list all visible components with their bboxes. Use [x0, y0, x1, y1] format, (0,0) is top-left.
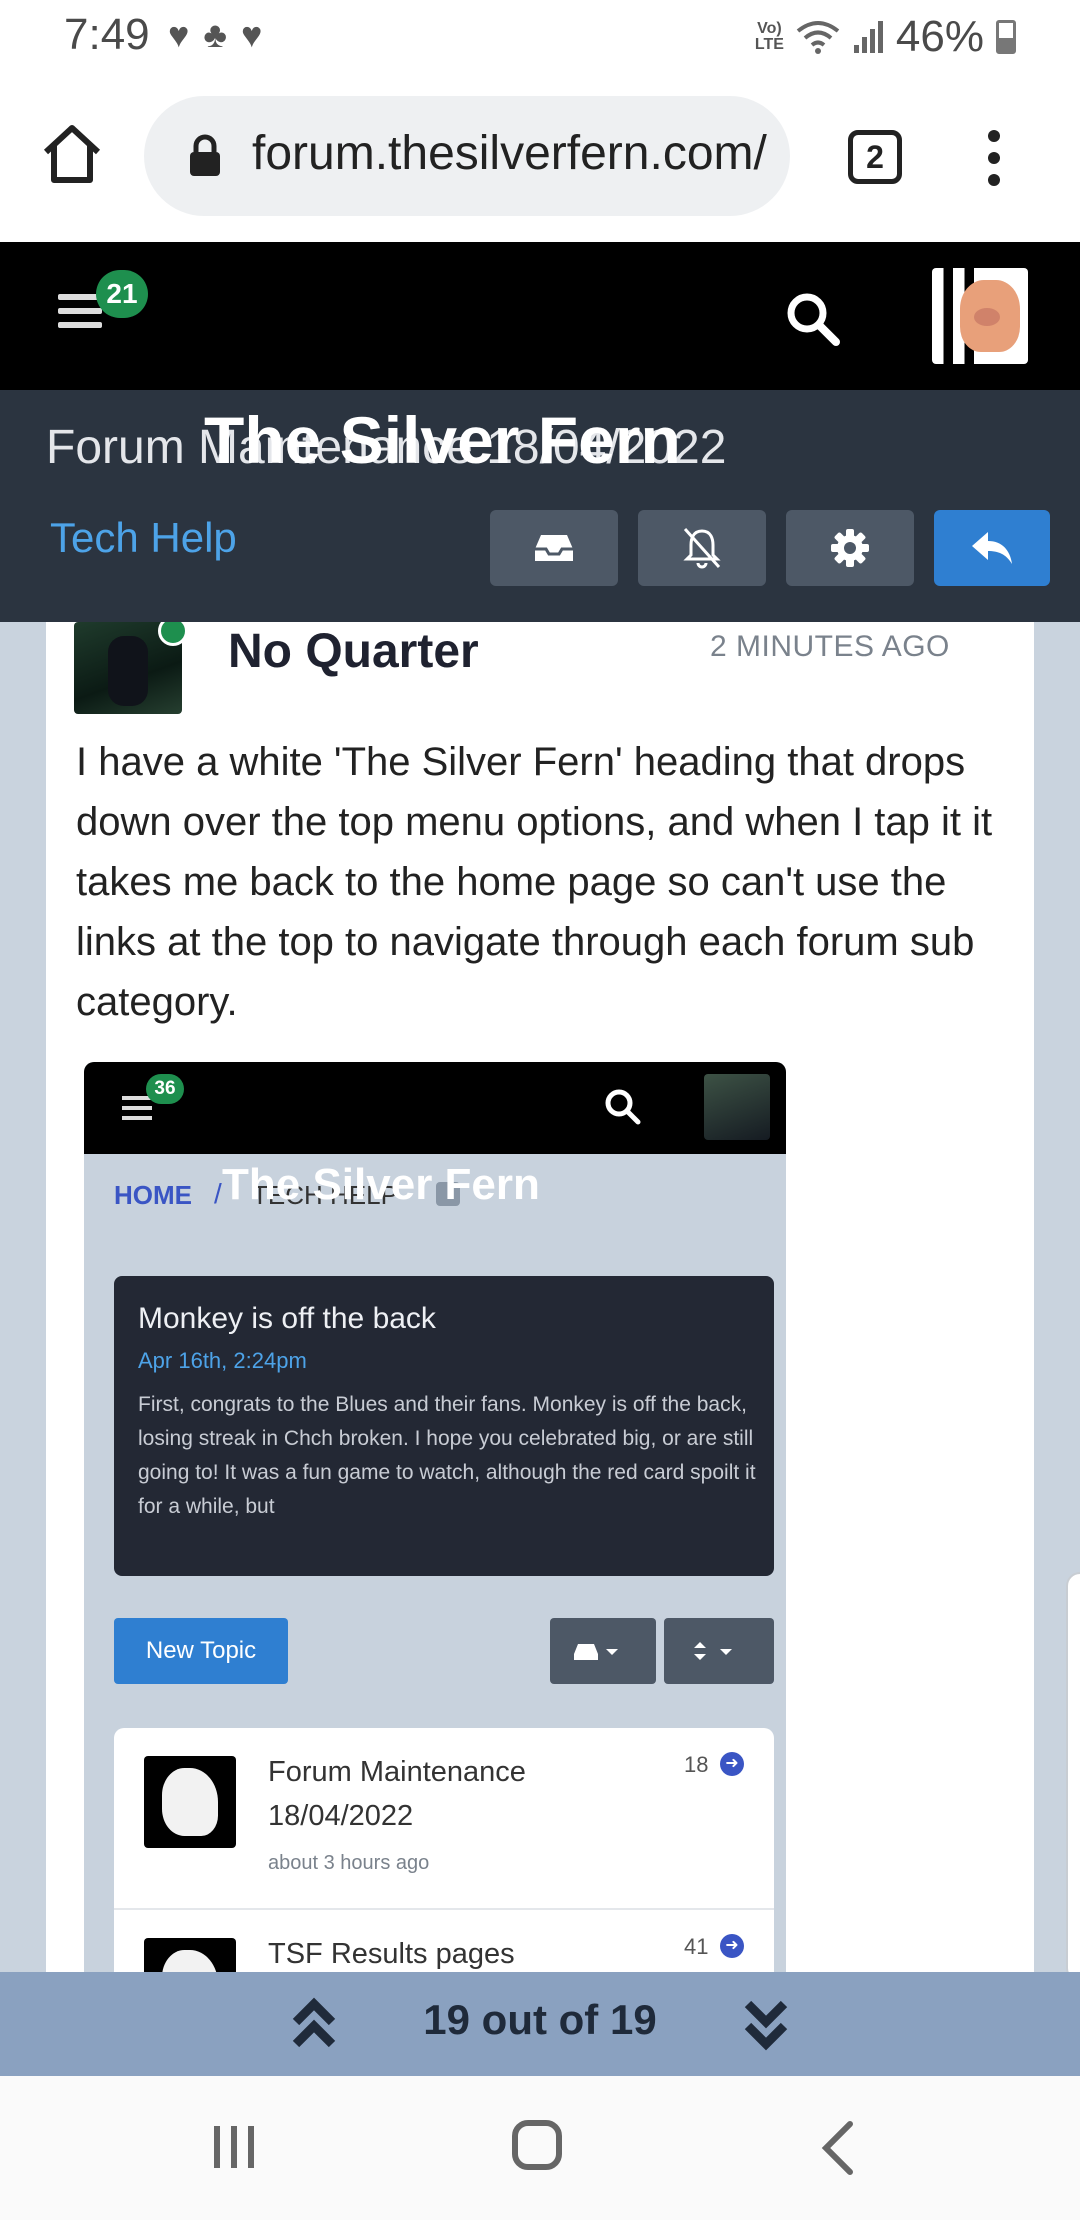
announcement-text: First, congrats to the Blues and their f…: [138, 1393, 756, 1518]
gear-icon: [831, 529, 869, 567]
app-icon: ♣: [203, 14, 227, 55]
topic-avatar: [144, 1938, 236, 1972]
browser-menu-icon[interactable]: [988, 130, 1002, 196]
lte-label: LTE: [754, 36, 784, 53]
site-title-link[interactable]: The Silver Fern: [204, 402, 681, 478]
lock-icon: [190, 134, 220, 176]
volte-label: Vo): [757, 20, 782, 37]
back-icon[interactable]: [818, 2120, 858, 2176]
announcement-title: Monkey is off the back: [138, 1302, 436, 1335]
post-index[interactable]: 19 out of 19: [0, 1996, 1080, 2044]
notification-badge[interactable]: 21: [96, 270, 148, 318]
search-icon[interactable]: [782, 288, 842, 348]
user-avatar[interactable]: [932, 268, 1028, 364]
post-timestamp[interactable]: 2 MINUTES AGO: [710, 630, 950, 664]
menu-icon[interactable]: [58, 294, 102, 336]
notification-icons: ♥ ♣ ♥: [168, 14, 262, 56]
announcement-date: Apr 16th, 2:24pm: [138, 1348, 307, 1373]
site-title-overlay: The Silver Fern: [222, 1160, 540, 1209]
status-bar: 7:49 ♥ ♣ ♥ Vo) LTE 46%: [0, 0, 1080, 72]
topic-list: Forum Maintenance 18/04/2022 about 3 hou…: [114, 1728, 774, 1972]
post-pager: 19 out of 19: [0, 1972, 1080, 2076]
address-bar[interactable]: forum.thesilverfern.com/: [144, 96, 790, 216]
topic-avatar: [144, 1756, 236, 1848]
sort-dropdown: [664, 1618, 774, 1684]
embedded-screenshot-image[interactable]: 36 HOME / TECH HELP The Silver Fern Monk…: [84, 1062, 786, 1972]
watch-dropdown: [550, 1618, 656, 1684]
search-icon: [605, 1089, 641, 1125]
status-right: Vo) LTE 46%: [755, 12, 1016, 62]
topic-category-link[interactable]: Tech Help: [50, 514, 237, 562]
health-icon: ♥: [241, 14, 263, 55]
signal-icon: [853, 21, 883, 53]
browser-toolbar: forum.thesilverfern.com/ 2: [0, 72, 1080, 242]
wifi-icon: [796, 21, 840, 54]
notifications-off-button[interactable]: [638, 510, 766, 586]
post-author[interactable]: No Quarter: [228, 624, 479, 679]
arrow-right-icon: ➜: [720, 1934, 744, 1958]
home-nav-icon[interactable]: [512, 2120, 562, 2170]
settings-button[interactable]: [786, 510, 914, 586]
bell-slash-icon: [683, 527, 721, 569]
double-chevron-down-icon[interactable]: [742, 1992, 790, 2056]
reply-icon: [972, 532, 1012, 564]
scroll-handle[interactable]: [1066, 1572, 1080, 1982]
breadcrumb-home: HOME: [114, 1180, 192, 1210]
reply-button[interactable]: [934, 510, 1050, 586]
announcement-card: Monkey is off the back Apr 16th, 2:24pm …: [114, 1276, 774, 1576]
status-time: 7:49: [64, 10, 150, 59]
tab-switcher-button[interactable]: 2: [848, 130, 902, 184]
post-body: I have a white 'The Silver Fern' heading…: [76, 740, 993, 1024]
volte-icon: Vo) LTE: [755, 21, 784, 53]
recent-apps-icon[interactable]: [210, 2124, 258, 2170]
breadcrumb-separator: /: [214, 1178, 222, 1209]
online-status-indicator: [158, 622, 188, 646]
menu-icon: [122, 1096, 152, 1126]
avatar: [704, 1074, 770, 1140]
watch-button[interactable]: [490, 510, 618, 586]
inbox-icon: [574, 1644, 618, 1660]
topic-title: Forum Maintenance 18/04/2022: [268, 1756, 526, 1832]
battery-percent: 46%: [895, 12, 984, 61]
url-text: forum.thesilverfern.com/: [252, 127, 767, 180]
embedded-forum-header: 36: [84, 1062, 786, 1154]
system-navigation-bar: [0, 2076, 1080, 2220]
topic-bar: Forum Maintenance 18/04/2022 The Silver …: [0, 390, 1080, 622]
topic-time: about 3 hours ago: [268, 1852, 430, 1874]
sort-icon: [694, 1642, 732, 1660]
topic-post-count: 41: [684, 1934, 709, 1959]
topic-title: TSF Results pages: [268, 1938, 515, 1970]
topic-post-count: 18: [684, 1752, 709, 1777]
arrow-right-icon: ➜: [720, 1752, 744, 1776]
post-card: No Quarter 2 MINUTES AGO I have a white …: [46, 622, 1034, 1972]
notification-badge: 36: [146, 1074, 184, 1104]
forum-header: 21: [0, 242, 1080, 390]
battery-icon: [996, 20, 1016, 54]
new-topic-button: New Topic: [114, 1618, 288, 1684]
home-icon[interactable]: [40, 122, 104, 186]
inbox-icon: [535, 535, 573, 561]
divider: [114, 1908, 774, 1910]
health-icon: ♥: [168, 14, 190, 55]
